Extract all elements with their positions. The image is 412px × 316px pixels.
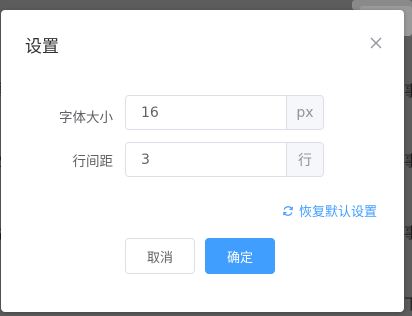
cancel-button[interactable]: 取消 (125, 238, 195, 274)
background-text: 事 (404, 152, 412, 170)
line-spacing-field: 行 (125, 142, 324, 177)
confirm-button[interactable]: 确定 (205, 238, 275, 274)
refresh-icon (283, 205, 293, 216)
settings-dialog: 设置 字体大小 px 行间距 行 恢复默认设置 取消 确定 (1, 10, 404, 312)
reset-defaults-link[interactable]: 恢复默认设置 (282, 201, 377, 220)
dialog-title: 设置 (25, 37, 59, 57)
reset-defaults-label: 恢复默认设置 (299, 205, 378, 220)
font-size-field: px (125, 95, 324, 130)
line-spacing-input[interactable] (126, 143, 286, 176)
font-size-label: 字体大小 (59, 110, 113, 126)
font-size-unit: px (286, 96, 323, 129)
background-text: 事 (404, 82, 412, 100)
background-text: 事 (404, 224, 412, 242)
close-button[interactable] (367, 34, 385, 52)
line-spacing-unit: 行 (286, 143, 323, 176)
close-icon (370, 37, 382, 49)
font-size-input[interactable] (126, 96, 286, 129)
background-text: 下 (404, 295, 412, 313)
line-spacing-label: 行间距 (72, 154, 114, 170)
